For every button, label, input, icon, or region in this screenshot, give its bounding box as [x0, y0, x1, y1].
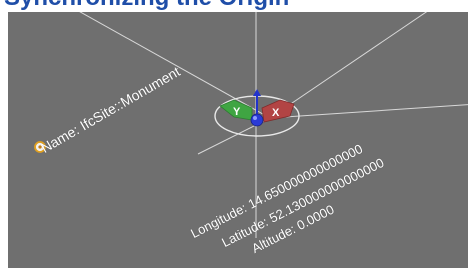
- page-heading: Synchronizing the Origin: [4, 0, 289, 10]
- 3d-viewport[interactable]: Y X Name: IfcSite::Monument Longitude: 1…: [8, 12, 468, 268]
- ref-line-5: [269, 12, 428, 119]
- gizmo-center-highlight: [253, 116, 257, 120]
- transform-gizmo[interactable]: Y X: [214, 89, 300, 137]
- ref-line-2: [269, 104, 468, 119]
- page-heading-strip: Synchronizing the Origin: [0, 0, 476, 12]
- app-window: Synchronizing the Origin Y X: [0, 0, 476, 268]
- x-axis-label: X: [272, 107, 280, 119]
- z-axis-arrowhead: [253, 89, 261, 96]
- gizmo-center-sphere[interactable]: [250, 113, 264, 127]
- y-axis-label: Y: [233, 106, 241, 118]
